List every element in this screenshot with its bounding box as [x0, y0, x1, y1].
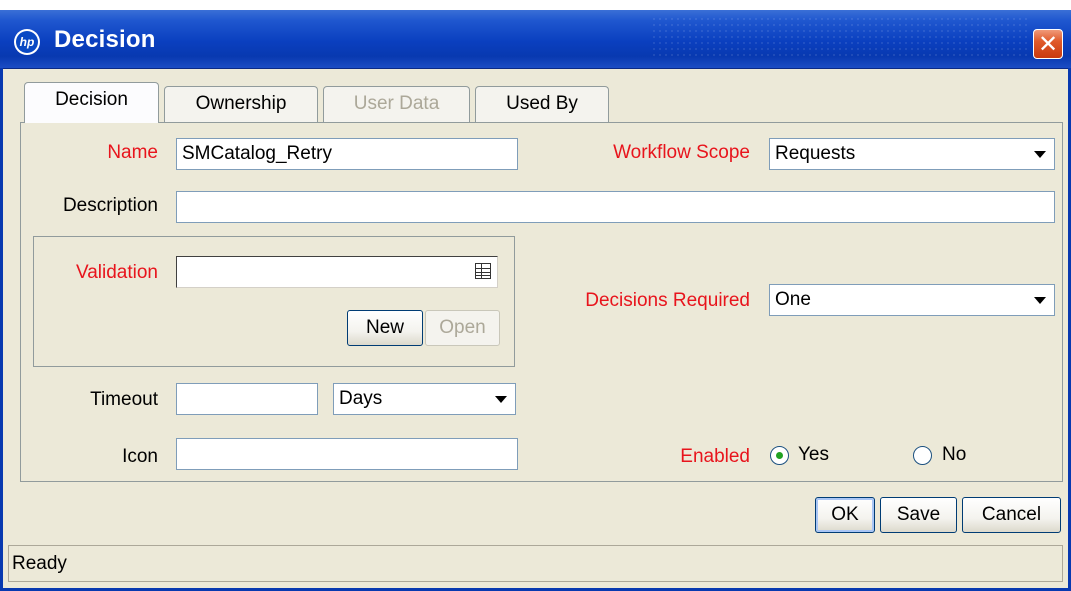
- status-bar: Ready: [8, 545, 1063, 582]
- enabled-label: Enabled: [680, 446, 750, 467]
- tab-decision[interactable]: Decision: [24, 82, 159, 123]
- new-validation-button[interactable]: New: [347, 310, 423, 346]
- timeout-label: Timeout: [90, 389, 158, 410]
- tab-label: Decision: [55, 89, 128, 110]
- chevron-down-icon: [1034, 297, 1046, 304]
- timeout-unit-value: Days: [339, 388, 383, 409]
- icon-label: Icon: [122, 446, 158, 467]
- description-label: Description: [62, 195, 158, 216]
- background-window-strip: [0, 0, 1071, 10]
- decisions-required-label: Decisions Required: [585, 290, 750, 311]
- window-title: Decision: [54, 26, 156, 53]
- tab-user-data: User Data: [323, 86, 470, 122]
- close-button[interactable]: ✕: [1033, 29, 1063, 59]
- hp-logo-text: hp: [16, 31, 38, 53]
- tab-ownership[interactable]: Ownership: [164, 86, 318, 122]
- lookup-list-icon[interactable]: [475, 263, 491, 279]
- title-bar-texture: [651, 16, 1031, 60]
- validation-label: Validation: [75, 262, 158, 283]
- workflow-scope-value: Requests: [775, 143, 856, 164]
- tab-label: Ownership: [195, 93, 287, 114]
- enabled-yes-label[interactable]: Yes: [798, 444, 829, 466]
- open-validation-button: Open: [425, 310, 500, 346]
- decisions-required-select[interactable]: One: [769, 284, 1055, 316]
- enabled-no-label[interactable]: No: [942, 444, 966, 466]
- enabled-yes-radio[interactable]: [770, 446, 789, 465]
- timeout-unit-select[interactable]: Days: [333, 383, 516, 415]
- tab-label: Used By: [506, 93, 578, 114]
- status-text: Ready: [12, 553, 67, 574]
- close-icon: ✕: [1037, 30, 1059, 58]
- decisions-required-value: One: [775, 289, 811, 310]
- hp-logo-icon: hp: [14, 29, 40, 55]
- title-bar[interactable]: hp Decision ✕: [0, 10, 1071, 69]
- tab-used-by[interactable]: Used By: [475, 86, 609, 122]
- description-field[interactable]: [176, 191, 1055, 223]
- enabled-no-radio[interactable]: [913, 446, 932, 465]
- workflow-scope-select[interactable]: Requests: [769, 138, 1055, 170]
- name-label: Name: [107, 142, 158, 163]
- save-button[interactable]: Save: [880, 497, 957, 533]
- chevron-down-icon: [1034, 151, 1046, 158]
- tab-label: User Data: [353, 93, 440, 114]
- timeout-field[interactable]: [176, 383, 318, 415]
- validation-field[interactable]: [176, 256, 498, 288]
- chevron-down-icon: [495, 396, 507, 403]
- ok-button[interactable]: OK: [815, 497, 875, 533]
- icon-field[interactable]: [176, 438, 518, 470]
- workflow-scope-label: Workflow Scope: [613, 142, 750, 163]
- name-field[interactable]: SMCatalog_Retry: [176, 138, 518, 170]
- cancel-button[interactable]: Cancel: [962, 497, 1061, 533]
